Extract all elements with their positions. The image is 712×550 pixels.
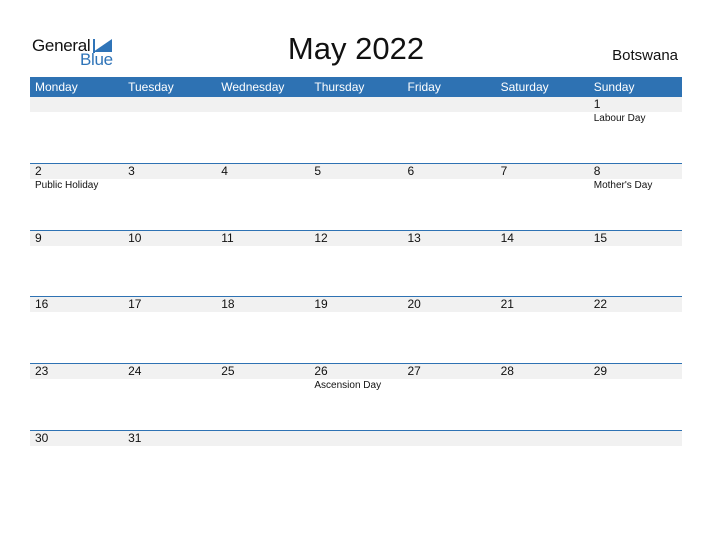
day-number: 18: [221, 297, 235, 311]
day-cell[interactable]: 27: [403, 364, 496, 431]
day-number: 17: [128, 297, 142, 311]
day-cell[interactable]: 19: [309, 297, 402, 364]
day-number: 15: [593, 231, 608, 245]
weekday-sunday: Sunday: [593, 80, 635, 94]
week-row: 23 24 25 26 Ascension Day 27 28 29: [30, 363, 682, 431]
holiday-label: Public Holiday: [35, 180, 99, 191]
weekday-wednesday: Wednesday: [221, 80, 285, 94]
day-number: 1: [593, 97, 601, 111]
day-cell[interactable]: 11: [216, 231, 309, 298]
day-cell[interactable]: 21: [496, 297, 589, 364]
day-number: 30: [35, 431, 49, 445]
day-cell[interactable]: 8 Mother's Day: [589, 164, 682, 231]
weekday-header: Monday Tuesday Wednesday Thursday Friday Satu…: [30, 77, 682, 97]
day-cell[interactable]: 6: [403, 164, 496, 231]
week-row: 2 Public Holiday 3 4 5 6 7 8 Mother's Day: [30, 163, 682, 231]
day-cell[interactable]: [216, 431, 309, 498]
day-number: 16: [35, 297, 49, 311]
day-number: 27: [407, 364, 421, 378]
day-number: 25: [221, 364, 235, 378]
week-row: 9 10 11 12 13 14 15: [30, 230, 682, 298]
day-cell[interactable]: 4: [216, 164, 309, 231]
day-cell[interactable]: [123, 97, 216, 164]
weekday-tuesday: Tuesday: [128, 80, 174, 94]
day-cell[interactable]: [403, 431, 496, 498]
day-cell[interactable]: 7: [496, 164, 589, 231]
day-cell[interactable]: 3: [123, 164, 216, 231]
weekday-thursday: Thursday: [314, 80, 365, 94]
day-cell[interactable]: [309, 97, 402, 164]
day-number: 13: [407, 231, 421, 245]
day-cell[interactable]: 31: [123, 431, 216, 498]
day-number: 19: [314, 297, 328, 311]
holiday-label: Mother's Day: [593, 180, 653, 191]
day-cell[interactable]: 18: [216, 297, 309, 364]
day-cell[interactable]: 29: [589, 364, 682, 431]
day-cell[interactable]: 25: [216, 364, 309, 431]
day-cell[interactable]: 10: [123, 231, 216, 298]
day-number: 22: [593, 297, 608, 311]
holiday-label: Labour Day: [593, 113, 646, 124]
day-number: 31: [128, 431, 142, 445]
day-cell[interactable]: 20: [403, 297, 496, 364]
day-number: 28: [500, 364, 514, 378]
day-cell[interactable]: 17: [123, 297, 216, 364]
day-cell[interactable]: 30: [30, 431, 123, 498]
week-row: 30 31: [30, 430, 682, 498]
day-cell[interactable]: 1 Labour Day: [589, 97, 682, 164]
day-number: 5: [314, 164, 322, 178]
day-number: 6: [407, 164, 415, 178]
day-cell[interactable]: [216, 97, 309, 164]
day-number: 23: [35, 364, 49, 378]
day-number: 14: [500, 231, 514, 245]
day-number: 20: [407, 297, 421, 311]
day-number: 10: [128, 231, 142, 245]
day-cell[interactable]: 12: [309, 231, 402, 298]
day-number: 8: [593, 164, 601, 178]
day-number: 12: [314, 231, 328, 245]
day-cell[interactable]: [496, 97, 589, 164]
day-cell[interactable]: [403, 97, 496, 164]
weekday-saturday: Saturday: [500, 80, 549, 94]
day-cell[interactable]: 28: [496, 364, 589, 431]
holiday-label: Ascension Day: [314, 380, 382, 391]
day-cell[interactable]: [30, 97, 123, 164]
day-cell[interactable]: 16: [30, 297, 123, 364]
weekday-monday: Monday: [35, 80, 78, 94]
day-number: 26: [314, 364, 328, 378]
calendar-title: May 2022: [287, 31, 425, 66]
week-row: 16 17 18 19 20 21 22: [30, 296, 682, 364]
day-number: 21: [500, 297, 514, 311]
day-number: 2: [35, 164, 42, 178]
weekday-friday: Friday: [407, 80, 441, 94]
day-cell[interactable]: 13: [403, 231, 496, 298]
day-cell[interactable]: 24: [123, 364, 216, 431]
day-number: 11: [221, 231, 234, 245]
day-number: 29: [593, 364, 608, 378]
day-number: 24: [128, 364, 142, 378]
day-number: 3: [128, 164, 135, 178]
day-cell[interactable]: [309, 431, 402, 498]
day-cell[interactable]: 26 Ascension Day: [309, 364, 402, 431]
week-row: 1 Labour Day: [30, 97, 682, 164]
day-cell[interactable]: 23: [30, 364, 123, 431]
day-cell[interactable]: 2 Public Holiday: [30, 164, 123, 231]
country-label: Botswana: [612, 47, 678, 64]
day-number: 9: [35, 231, 42, 245]
day-cell[interactable]: [496, 431, 589, 498]
day-number: 7: [500, 164, 508, 178]
day-number: 4: [221, 164, 228, 178]
day-cell[interactable]: 14: [496, 231, 589, 298]
day-cell[interactable]: 5: [309, 164, 402, 231]
day-cell[interactable]: 22: [589, 297, 682, 364]
day-cell[interactable]: 15: [589, 231, 682, 298]
day-cell[interactable]: [589, 431, 682, 498]
day-cell[interactable]: 9: [30, 231, 123, 298]
